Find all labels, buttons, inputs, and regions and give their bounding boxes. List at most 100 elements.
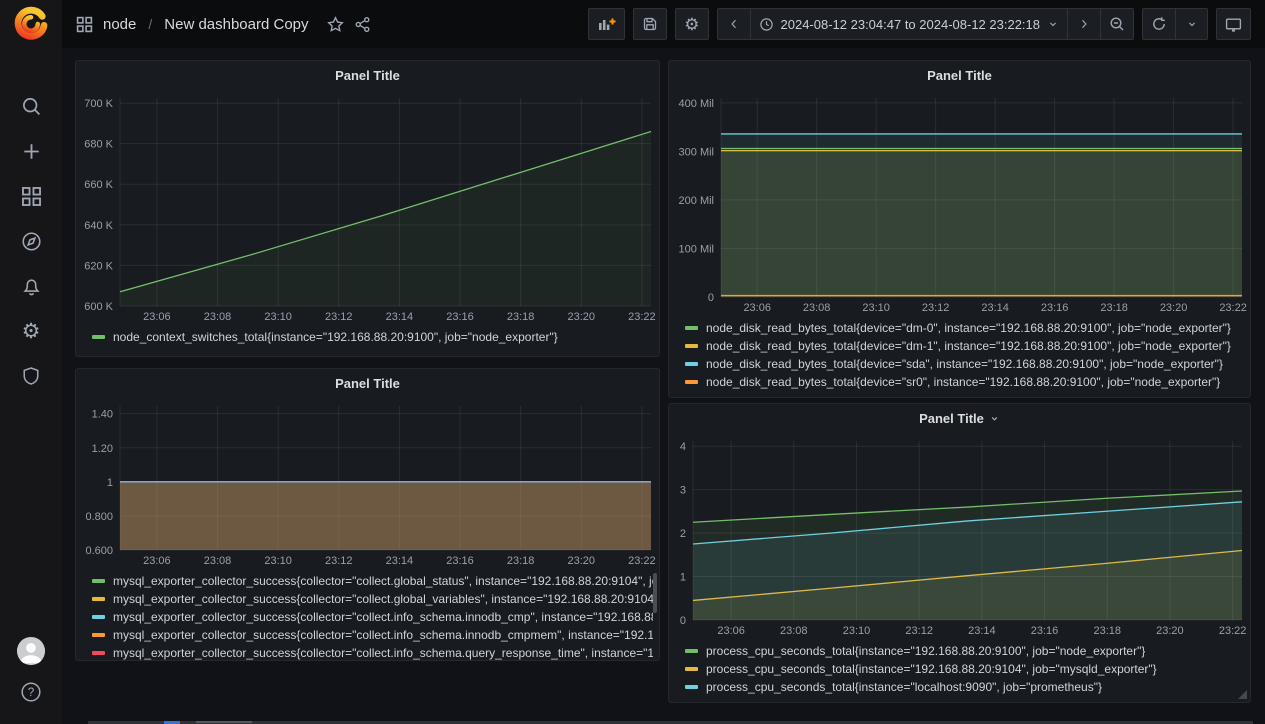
legend-label: process_cpu_seconds_total{instance="192.… <box>706 644 1145 658</box>
svg-text:23:18: 23:18 <box>1100 302 1128 314</box>
sidebar-item-server-admin[interactable] <box>19 364 43 388</box>
legend-item[interactable]: mysql_exporter_collector_success{collect… <box>92 590 653 608</box>
panel-node-context-switches: Panel Title 700 K680 K660 K640 K620 K600… <box>75 60 660 357</box>
dashboard-title[interactable]: New dashboard Copy <box>164 16 308 33</box>
svg-text:23:16: 23:16 <box>1041 302 1069 314</box>
legend-swatch <box>92 651 105 655</box>
zoom-out-button[interactable] <box>1100 8 1134 40</box>
sidebar-item-search[interactable] <box>19 94 43 118</box>
sidebar-item-alerting[interactable] <box>19 274 43 298</box>
svg-text:1.20: 1.20 <box>92 443 113 455</box>
legend-swatch <box>685 362 698 366</box>
svg-text:23:06: 23:06 <box>143 555 171 567</box>
svg-text:23:18: 23:18 <box>1093 625 1121 637</box>
legend-item[interactable]: node_disk_read_bytes_total{device="dm-0"… <box>685 319 1244 337</box>
legend-label: mysql_exporter_collector_success{collect… <box>113 628 653 642</box>
svg-text:300 Mil: 300 Mil <box>679 146 714 158</box>
sidebar-item-create[interactable] <box>19 139 43 163</box>
panel-title: Panel Title <box>919 411 984 426</box>
legend-item[interactable]: process_cpu_seconds_total{instance="192.… <box>685 660 1244 678</box>
add-panel-button[interactable] <box>588 8 625 40</box>
svg-text:23:12: 23:12 <box>325 311 353 323</box>
grafana-logo[interactable] <box>11 4 51 44</box>
legend-item[interactable]: node_disk_read_bytes_total{device="sda",… <box>685 355 1244 373</box>
legend-label: node_disk_read_bytes_total{device="sda",… <box>706 357 1223 371</box>
legend-swatch <box>685 344 698 348</box>
breadcrumb: node / New dashboard Copy <box>76 16 371 33</box>
dashboard-grid-icon[interactable] <box>76 16 93 33</box>
chevron-down-icon <box>1047 18 1059 30</box>
refresh-interval-dropdown[interactable] <box>1175 8 1208 40</box>
time-range-picker[interactable]: 2024-08-12 23:04:47 to 2024-08-12 23:22:… <box>750 8 1068 40</box>
svg-text:23:16: 23:16 <box>1031 625 1059 637</box>
svg-text:23:20: 23:20 <box>568 555 596 567</box>
legend-label: node_disk_read_bytes_total{device="dm-0"… <box>706 321 1231 335</box>
svg-text:23:14: 23:14 <box>386 311 414 323</box>
breadcrumb-section[interactable]: node <box>103 16 136 33</box>
legend-swatch <box>685 326 698 330</box>
panel-title[interactable]: Panel Title <box>76 369 659 397</box>
svg-text:0.600: 0.600 <box>85 545 113 557</box>
breadcrumb-separator: / <box>146 16 154 32</box>
cycle-view-mode-button[interactable] <box>1216 8 1251 40</box>
panel-legend: node_context_switches_total{instance="19… <box>76 326 659 356</box>
panel-edge-text <box>196 721 252 723</box>
dashboard-settings-button[interactable]: ⚙ <box>675 8 708 40</box>
svg-text:23:08: 23:08 <box>780 625 808 637</box>
svg-text:200 Mil: 200 Mil <box>679 195 714 207</box>
sidebar-item-configuration[interactable]: ⚙ <box>19 319 43 343</box>
sidebar-item-explore[interactable] <box>19 229 43 253</box>
svg-text:4: 4 <box>680 441 686 453</box>
legend-label: mysql_exporter_collector_success{collect… <box>113 574 653 588</box>
user-avatar[interactable] <box>16 636 46 666</box>
legend-swatch <box>92 615 105 619</box>
time-controls: 2024-08-12 23:04:47 to 2024-08-12 23:22:… <box>717 8 1135 40</box>
legend-item[interactable]: node_context_switches_total{instance="19… <box>92 328 653 346</box>
svg-text:100 Mil: 100 Mil <box>679 243 714 255</box>
sidebar-item-dashboards[interactable] <box>19 184 43 208</box>
svg-text:600 K: 600 K <box>84 301 113 313</box>
time-shift-forward-button[interactable] <box>1067 8 1100 40</box>
svg-text:23:16: 23:16 <box>446 311 474 323</box>
timeseries-chart[interactable]: 700 K680 K660 K640 K620 K600 K23:0623:08… <box>76 89 659 326</box>
panel-process-cpu-seconds: Panel Title 4321023:0623:0823:1023:1223:… <box>668 403 1251 703</box>
svg-text:680 K: 680 K <box>84 139 113 151</box>
svg-text:23:10: 23:10 <box>264 311 292 323</box>
legend-item[interactable]: mysql_exporter_collector_success{collect… <box>92 572 653 590</box>
time-shift-back-button[interactable] <box>717 8 750 40</box>
panel-title[interactable]: Panel Title <box>669 61 1250 89</box>
legend-scrollbar[interactable] <box>653 573 657 613</box>
svg-text:23:12: 23:12 <box>325 555 353 567</box>
gear-icon: ⚙ <box>684 16 699 33</box>
svg-text:400 Mil: 400 Mil <box>679 98 714 110</box>
sidebar-item-help[interactable]: ? <box>19 680 43 704</box>
svg-text:23:12: 23:12 <box>922 302 950 314</box>
legend-item[interactable]: node_disk_read_bytes_total{device="dm-1"… <box>685 337 1244 355</box>
legend-label: mysql_exporter_collector_success{collect… <box>113 592 653 606</box>
legend-item[interactable]: process_cpu_seconds_total{instance="loca… <box>685 678 1244 696</box>
legend-item[interactable]: mysql_exporter_collector_success{collect… <box>92 608 653 626</box>
timeseries-chart[interactable]: 400 Mil300 Mil200 Mil100 Mil023:0623:082… <box>669 89 1250 317</box>
svg-text:23:20: 23:20 <box>1156 625 1184 637</box>
panel-title[interactable]: Panel Title <box>76 61 659 89</box>
share-icon[interactable] <box>354 16 371 33</box>
timeseries-chart[interactable]: 4321023:0623:0823:1023:1223:1423:1623:18… <box>669 432 1250 640</box>
panel-legend: mysql_exporter_collector_success{collect… <box>76 570 659 660</box>
plus-accent-icon <box>610 19 616 25</box>
legend-swatch <box>685 667 698 671</box>
clock-icon <box>759 17 774 32</box>
panel-resize-handle[interactable] <box>1238 690 1247 699</box>
star-icon[interactable] <box>327 16 344 33</box>
legend-item[interactable]: process_cpu_seconds_total{instance="192.… <box>685 642 1244 660</box>
save-dashboard-button[interactable] <box>633 8 667 40</box>
legend-item[interactable]: mysql_exporter_collector_success{collect… <box>92 644 653 660</box>
legend-item[interactable]: node_disk_read_bytes_total{device="sr0",… <box>685 373 1244 391</box>
svg-text:23:12: 23:12 <box>905 625 933 637</box>
legend-label: mysql_exporter_collector_success{collect… <box>113 646 653 660</box>
refresh-button[interactable] <box>1142 8 1175 40</box>
legend-item[interactable]: mysql_exporter_collector_success{collect… <box>92 626 653 644</box>
timeseries-chart[interactable]: 1.401.2010.8000.60023:0623:0823:1023:122… <box>76 397 659 570</box>
legend-swatch <box>92 579 105 583</box>
panel-title-row[interactable]: Panel Title <box>669 404 1250 432</box>
svg-text:0.800: 0.800 <box>85 511 113 523</box>
